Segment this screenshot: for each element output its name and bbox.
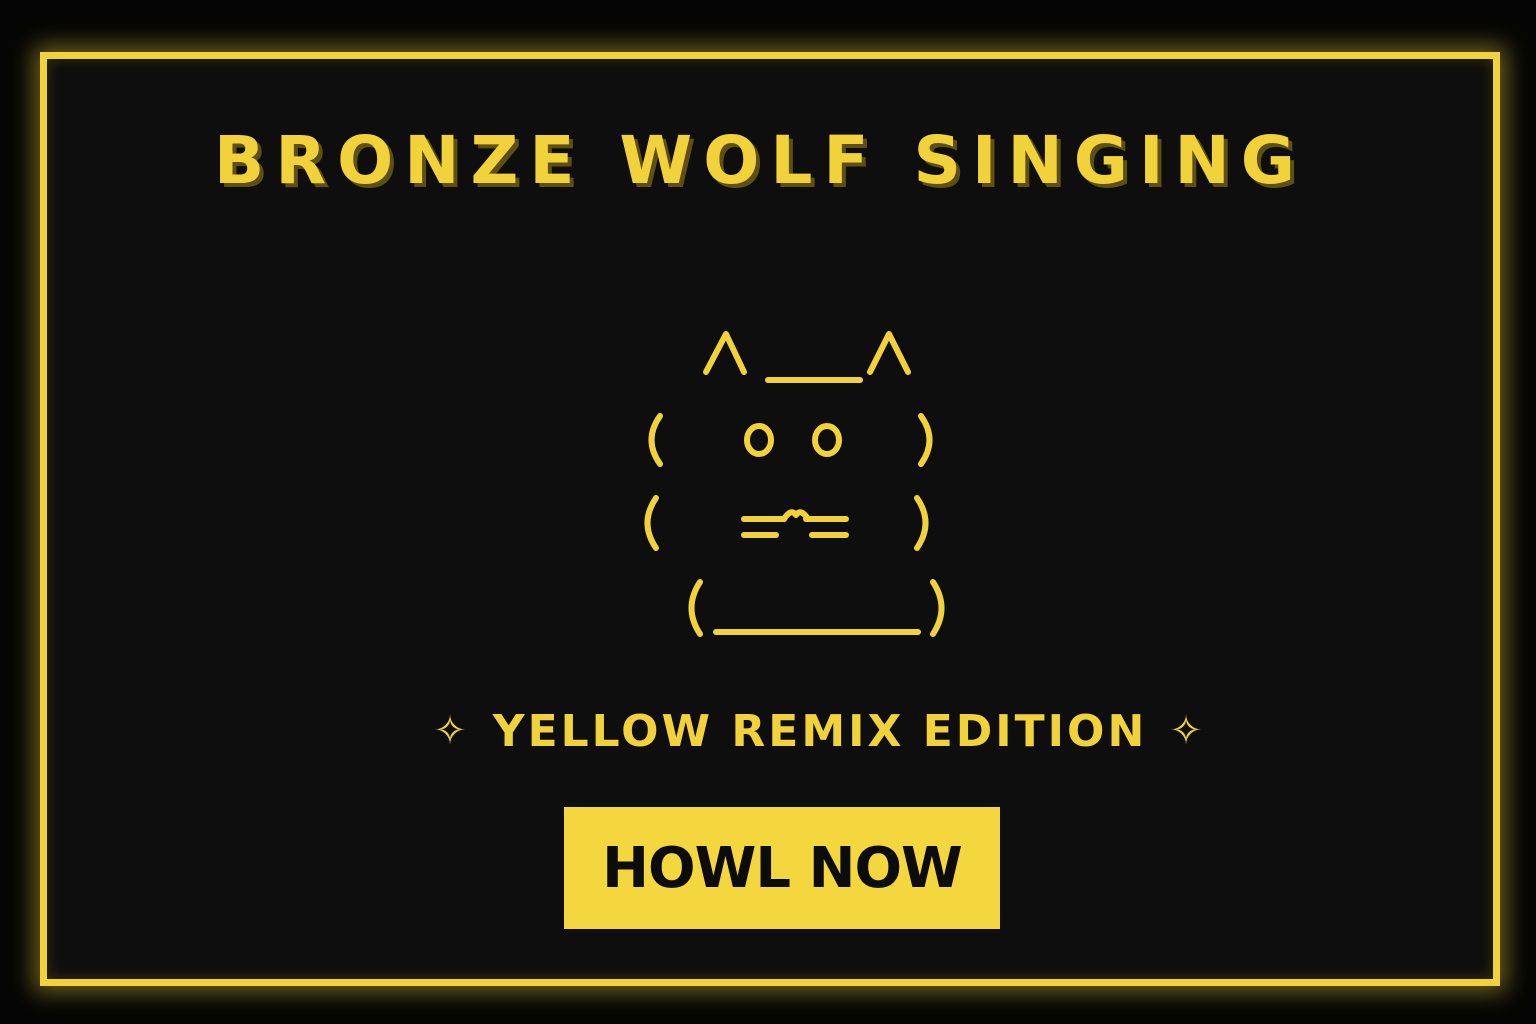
- ascii-cat-art: [0, 312, 1536, 652]
- ascii-line-ears: [703, 331, 911, 383]
- banner-title: BRONZE WOLF SINGING: [214, 122, 1306, 199]
- howl-now-button[interactable]: HOWL NOW: [564, 807, 1000, 929]
- sparkle-icon: ✧: [1169, 708, 1203, 754]
- ascii-line-mouth: [644, 495, 929, 551]
- ascii-line-eyes: [648, 413, 933, 467]
- ascii-line-body: [688, 579, 945, 637]
- edition-label: ✧ YELLOW REMIX EDITION ✧: [0, 706, 1536, 757]
- edition-text: YELLOW REMIX EDITION: [492, 706, 1148, 757]
- sparkle-icon: ✧: [433, 708, 467, 754]
